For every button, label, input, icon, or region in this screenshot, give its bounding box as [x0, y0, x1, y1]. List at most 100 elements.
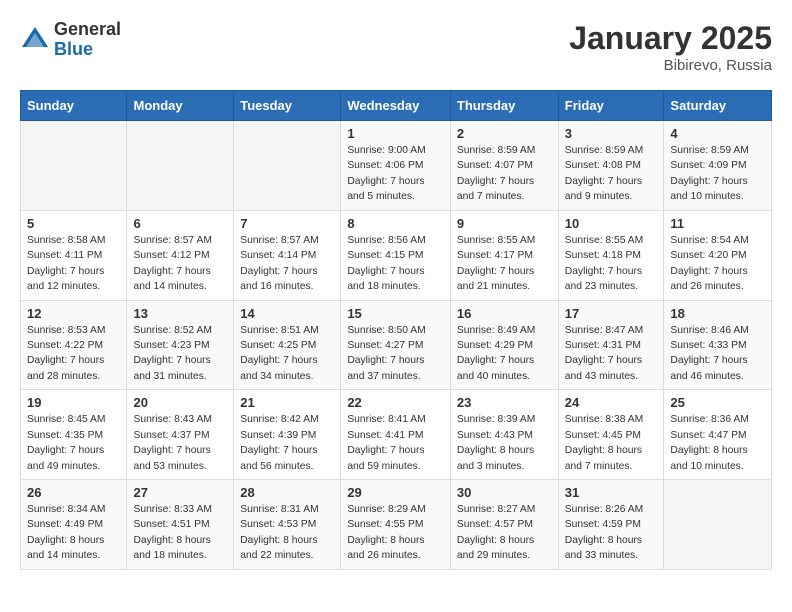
sunrise-text: Sunrise: 8:27 AM — [457, 504, 535, 515]
logo-blue: Blue — [54, 40, 121, 60]
day-number: 2 — [457, 126, 552, 141]
day-number: 9 — [457, 216, 552, 231]
day-number: 5 — [27, 216, 120, 231]
day-info: Sunrise: 8:59 AM Sunset: 4:07 PM Dayligh… — [457, 143, 552, 205]
sunrise-text: Sunrise: 8:52 AM — [133, 325, 211, 336]
calendar-cell: 1 Sunrise: 9:00 AM Sunset: 4:06 PM Dayli… — [341, 121, 451, 211]
daylight-text: Daylight: 8 hours and 29 minutes. — [457, 535, 534, 561]
sunset-text: Sunset: 4:57 PM — [457, 519, 533, 530]
day-number: 14 — [240, 306, 334, 321]
day-info: Sunrise: 8:31 AM Sunset: 4:53 PM Dayligh… — [240, 502, 334, 564]
sunrise-text: Sunrise: 8:43 AM — [133, 414, 211, 425]
day-info: Sunrise: 8:52 AM Sunset: 4:23 PM Dayligh… — [133, 323, 227, 385]
logo-icon — [20, 25, 50, 55]
weekday-header: Friday — [558, 91, 664, 121]
daylight-text: Daylight: 8 hours and 18 minutes. — [133, 535, 210, 561]
day-info: Sunrise: 9:00 AM Sunset: 4:06 PM Dayligh… — [347, 143, 444, 205]
sunrise-text: Sunrise: 8:56 AM — [347, 235, 425, 246]
day-info: Sunrise: 8:38 AM Sunset: 4:45 PM Dayligh… — [565, 412, 658, 474]
sunrise-text: Sunrise: 8:39 AM — [457, 414, 535, 425]
weekday-header: Monday — [127, 91, 234, 121]
daylight-text: Daylight: 7 hours and 37 minutes. — [347, 355, 424, 381]
sunset-text: Sunset: 4:20 PM — [670, 250, 746, 261]
day-number: 26 — [27, 485, 120, 500]
day-number: 17 — [565, 306, 658, 321]
sunset-text: Sunset: 4:49 PM — [27, 519, 103, 530]
calendar-cell: 16 Sunrise: 8:49 AM Sunset: 4:29 PM Dayl… — [450, 300, 558, 390]
month-title: January 2025 — [569, 20, 772, 57]
day-number: 7 — [240, 216, 334, 231]
day-number: 21 — [240, 395, 334, 410]
calendar-cell: 18 Sunrise: 8:46 AM Sunset: 4:33 PM Dayl… — [664, 300, 772, 390]
calendar-cell — [127, 121, 234, 211]
day-number: 25 — [670, 395, 765, 410]
calendar-cell: 3 Sunrise: 8:59 AM Sunset: 4:08 PM Dayli… — [558, 121, 664, 211]
sunrise-text: Sunrise: 8:55 AM — [457, 235, 535, 246]
daylight-text: Daylight: 7 hours and 43 minutes. — [565, 355, 642, 381]
day-info: Sunrise: 8:34 AM Sunset: 4:49 PM Dayligh… — [27, 502, 120, 564]
day-number: 31 — [565, 485, 658, 500]
daylight-text: Daylight: 8 hours and 7 minutes. — [565, 445, 642, 471]
sunrise-text: Sunrise: 8:34 AM — [27, 504, 105, 515]
day-number: 29 — [347, 485, 444, 500]
calendar-cell: 29 Sunrise: 8:29 AM Sunset: 4:55 PM Dayl… — [341, 480, 451, 570]
sunrise-text: Sunrise: 8:59 AM — [565, 145, 643, 156]
sunrise-text: Sunrise: 8:46 AM — [670, 325, 748, 336]
calendar-cell: 26 Sunrise: 8:34 AM Sunset: 4:49 PM Dayl… — [21, 480, 127, 570]
calendar-cell: 20 Sunrise: 8:43 AM Sunset: 4:37 PM Dayl… — [127, 390, 234, 480]
daylight-text: Daylight: 8 hours and 14 minutes. — [27, 535, 104, 561]
day-info: Sunrise: 8:54 AM Sunset: 4:20 PM Dayligh… — [670, 233, 765, 295]
calendar-cell: 11 Sunrise: 8:54 AM Sunset: 4:20 PM Dayl… — [664, 210, 772, 300]
day-number: 11 — [670, 216, 765, 231]
day-number: 30 — [457, 485, 552, 500]
daylight-text: Daylight: 8 hours and 33 minutes. — [565, 535, 642, 561]
calendar-cell: 22 Sunrise: 8:41 AM Sunset: 4:41 PM Dayl… — [341, 390, 451, 480]
sunset-text: Sunset: 4:37 PM — [133, 430, 209, 441]
calendar-cell: 24 Sunrise: 8:38 AM Sunset: 4:45 PM Dayl… — [558, 390, 664, 480]
day-info: Sunrise: 8:47 AM Sunset: 4:31 PM Dayligh… — [565, 323, 658, 385]
day-number: 28 — [240, 485, 334, 500]
calendar-cell: 8 Sunrise: 8:56 AM Sunset: 4:15 PM Dayli… — [341, 210, 451, 300]
day-number: 24 — [565, 395, 658, 410]
day-number: 18 — [670, 306, 765, 321]
daylight-text: Daylight: 7 hours and 26 minutes. — [670, 266, 747, 292]
sunset-text: Sunset: 4:51 PM — [133, 519, 209, 530]
weekday-header: Wednesday — [341, 91, 451, 121]
daylight-text: Daylight: 7 hours and 10 minutes. — [670, 176, 747, 202]
sunrise-text: Sunrise: 8:47 AM — [565, 325, 643, 336]
sunset-text: Sunset: 4:17 PM — [457, 250, 533, 261]
calendar-cell: 19 Sunrise: 8:45 AM Sunset: 4:35 PM Dayl… — [21, 390, 127, 480]
day-number: 6 — [133, 216, 227, 231]
sunset-text: Sunset: 4:22 PM — [27, 340, 103, 351]
daylight-text: Daylight: 7 hours and 31 minutes. — [133, 355, 210, 381]
sunrise-text: Sunrise: 8:33 AM — [133, 504, 211, 515]
sunrise-text: Sunrise: 8:54 AM — [670, 235, 748, 246]
calendar-cell — [664, 480, 772, 570]
sunrise-text: Sunrise: 8:29 AM — [347, 504, 425, 515]
logo: General Blue — [20, 20, 121, 60]
day-info: Sunrise: 8:59 AM Sunset: 4:08 PM Dayligh… — [565, 143, 658, 205]
sunset-text: Sunset: 4:27 PM — [347, 340, 423, 351]
day-info: Sunrise: 8:53 AM Sunset: 4:22 PM Dayligh… — [27, 323, 120, 385]
calendar-week-row: 26 Sunrise: 8:34 AM Sunset: 4:49 PM Dayl… — [21, 480, 772, 570]
day-number: 15 — [347, 306, 444, 321]
weekday-header: Tuesday — [234, 91, 341, 121]
day-info: Sunrise: 8:55 AM Sunset: 4:17 PM Dayligh… — [457, 233, 552, 295]
calendar-cell: 25 Sunrise: 8:36 AM Sunset: 4:47 PM Dayl… — [664, 390, 772, 480]
sunrise-text: Sunrise: 8:41 AM — [347, 414, 425, 425]
calendar-week-row: 5 Sunrise: 8:58 AM Sunset: 4:11 PM Dayli… — [21, 210, 772, 300]
sunset-text: Sunset: 4:35 PM — [27, 430, 103, 441]
day-info: Sunrise: 8:55 AM Sunset: 4:18 PM Dayligh… — [565, 233, 658, 295]
calendar-week-row: 19 Sunrise: 8:45 AM Sunset: 4:35 PM Dayl… — [21, 390, 772, 480]
day-number: 27 — [133, 485, 227, 500]
day-info: Sunrise: 8:45 AM Sunset: 4:35 PM Dayligh… — [27, 412, 120, 474]
daylight-text: Daylight: 7 hours and 18 minutes. — [347, 266, 424, 292]
weekday-header-row: SundayMondayTuesdayWednesdayThursdayFrid… — [21, 91, 772, 121]
day-info: Sunrise: 8:42 AM Sunset: 4:39 PM Dayligh… — [240, 412, 334, 474]
sunset-text: Sunset: 4:31 PM — [565, 340, 641, 351]
daylight-text: Daylight: 7 hours and 56 minutes. — [240, 445, 317, 471]
sunrise-text: Sunrise: 8:42 AM — [240, 414, 318, 425]
sunrise-text: Sunrise: 8:53 AM — [27, 325, 105, 336]
daylight-text: Daylight: 7 hours and 34 minutes. — [240, 355, 317, 381]
calendar-cell: 17 Sunrise: 8:47 AM Sunset: 4:31 PM Dayl… — [558, 300, 664, 390]
